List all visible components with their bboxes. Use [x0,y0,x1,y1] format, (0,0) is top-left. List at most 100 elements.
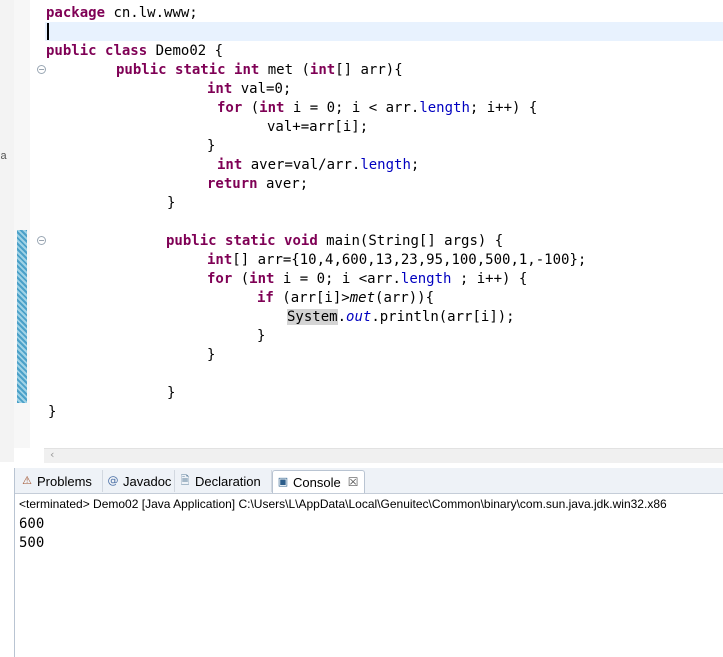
code-token: .println(arr[i]); [371,309,515,325]
code-token: i = 0; i <arr. [274,271,401,287]
code-token: main(String[] args) { [317,233,504,249]
tab-declaration[interactable]: 🗎 Declaration [175,470,272,492]
console-output-line: 600 [19,516,45,532]
code-line[interactable]: } [207,137,215,156]
scroll-left-icon[interactable]: ‹ [50,448,54,461]
current-line-highlight [45,22,723,41]
code-token: static [225,233,276,249]
tab-label: Problems [37,473,92,489]
code-token: Demo02 { [147,43,224,59]
code-token: for [207,271,233,287]
code-token: for [217,100,243,116]
code-editor[interactable]: − − package cn.lw.www; public class Demo0… [14,0,723,463]
code-token: return [207,176,258,192]
tab-problems[interactable]: ⚠ Problems [17,470,103,492]
code-token: int [259,100,285,116]
code-line[interactable]: for (int i = 0; i <arr.length ; i++) { [207,270,527,289]
code-token: void [284,233,318,249]
code-line[interactable]: int aver=val/arr.length; [217,156,419,175]
code-token: class [105,43,148,59]
code-token: int [207,252,233,268]
code-token: val+=arr[i]; [267,119,369,135]
code-token: [] arr){ [335,62,403,78]
console-status: <terminated> Demo02 [Java Application] C… [19,497,667,511]
code-token: ( [242,100,260,116]
code-token: public [166,233,217,249]
code-line[interactable]: public static int met (int[] arr){ [116,61,403,80]
code-token: int [217,157,243,173]
code-line[interactable]: } [207,346,215,365]
code-token: length [360,157,411,173]
console-output-line: 500 [19,535,45,551]
fold-toggle-icon[interactable]: − [37,65,46,74]
problems-icon: ⚠ [22,474,32,487]
code-token: i = 0; i < arr. [284,100,420,116]
code-line[interactable]: } [257,327,265,346]
code-line[interactable]: int val=0; [207,80,291,99]
code-token: cn.lw.www; [105,5,198,21]
console-view: ⚠ Problems @ Javadoc 🗎 Declaration ▣ Console ☒ <… [14,468,723,657]
code-line[interactable]: int[] arr={10,4,600,13,23,95,100,500,1,-… [207,251,586,270]
code-token: met ( [259,62,310,78]
code-token: public [46,43,97,59]
code-line[interactable]: } [167,384,175,403]
code-token: met [349,290,376,306]
code-token: } [167,195,176,211]
tab-label: Declaration [195,473,261,489]
code-token: } [48,404,57,420]
code-token: out [346,309,372,325]
declaration-icon: 🗎 [180,474,190,487]
code-token: ; [410,157,420,173]
code-line[interactable]: } [48,403,56,422]
code-token: int [249,271,275,287]
code-token: System [287,309,338,325]
left-view-strip: la [0,0,15,462]
tab-javadoc[interactable]: @ Javadoc [103,470,175,492]
tab-console[interactable]: ▣ Console ☒ [272,470,365,493]
code-token: length [419,100,470,116]
code-token: } [257,328,266,344]
javadoc-icon: @ [107,474,119,487]
code-token: if [257,290,274,306]
code-token: package [46,5,106,21]
code-line[interactable]: } [167,194,175,213]
code-line[interactable]: for (int i = 0; i < arr.length; i++) { [217,99,537,118]
code-line[interactable]: public class Demo02 { [46,42,223,61]
code-token: ( [232,271,250,287]
view-tab-bar: ⚠ Problems @ Javadoc 🗎 Declaration ▣ Console ☒ [15,468,723,494]
code-line[interactable]: public static void main(String[] args) { [166,232,503,251]
console-icon: ▣ [277,475,289,488]
code-token: (arr)){ [375,290,435,306]
code-line[interactable]: return aver; [207,175,308,194]
code-token: val=0; [232,81,292,97]
text-caret [47,23,49,40]
code-token: [] arr={10,4,600,13,23,95,100,500,1,-100… [232,252,587,268]
fold-toggle-icon[interactable]: − [37,236,46,245]
cutoff-label: la [0,150,7,162]
code-token: int [309,62,336,78]
code-token: int [234,62,260,78]
code-line[interactable]: if (arr[i]>met(arr)){ [257,289,434,308]
code-token: aver=val/arr. [242,157,361,173]
code-token: aver; [257,176,309,192]
code-token: . [337,309,347,325]
code-line[interactable]: package cn.lw.www; [46,4,198,23]
code-line[interactable]: val+=arr[i]; [267,118,368,137]
code-token: ; i++) { [451,271,528,287]
code-token: ; i++) { [469,100,538,116]
quick-diff-change-marker[interactable] [17,230,27,403]
code-token: (arr[i]> [273,290,350,306]
code-token: length [400,271,452,287]
close-tab-icon[interactable]: ☒ [348,475,359,489]
horizontal-scrollbar[interactable]: ‹ [44,448,723,463]
code-line[interactable]: System.out.println(arr[i]); [287,308,515,327]
code-token: } [207,138,216,154]
code-token: } [207,347,216,363]
tab-label: Javadoc [123,473,172,489]
code-token: static [175,62,226,78]
